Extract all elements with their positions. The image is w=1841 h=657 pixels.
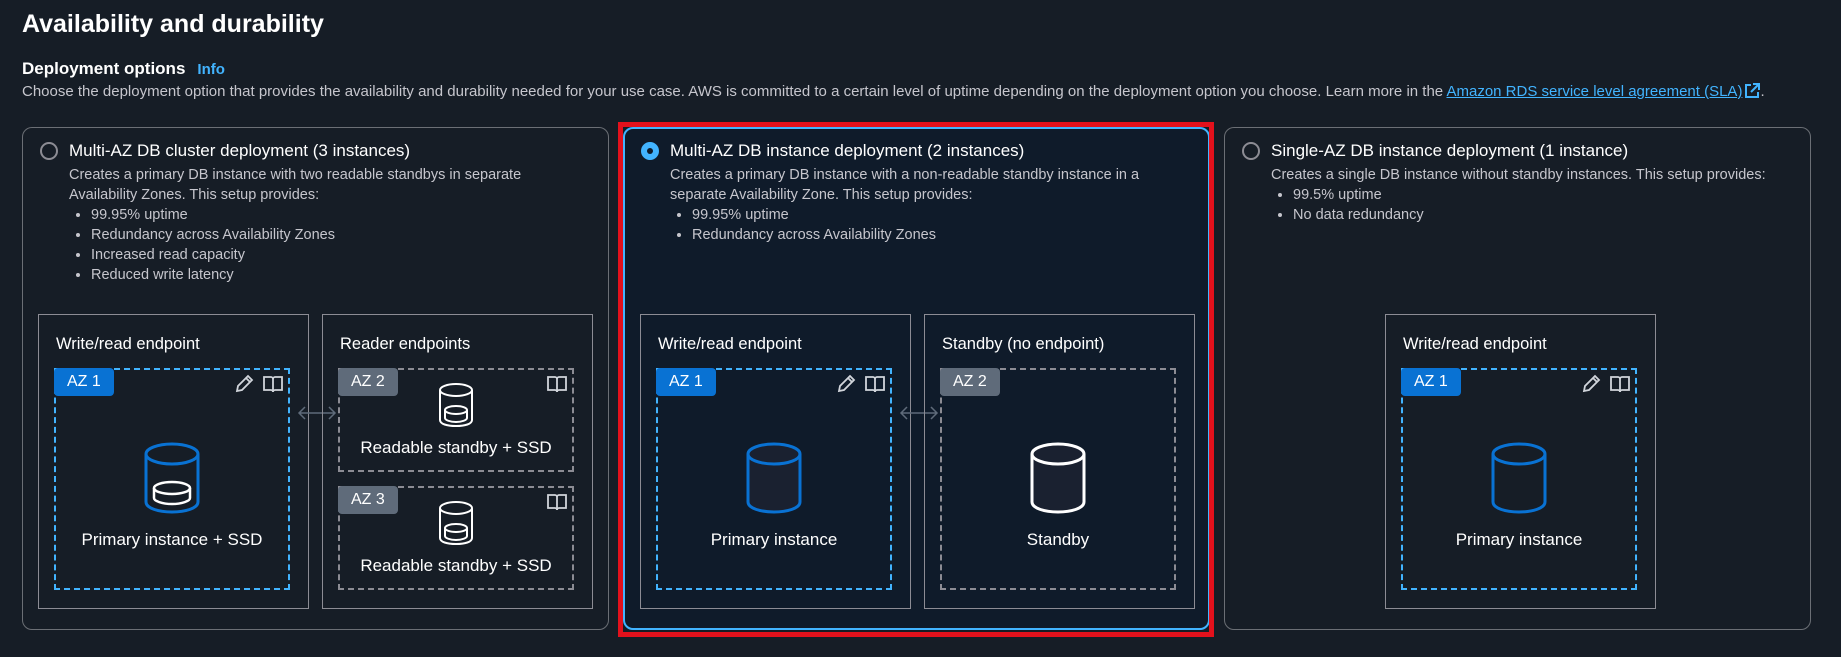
- bullet-item: Increased read capacity: [91, 245, 579, 265]
- instance-label: Primary instance + SSD: [81, 530, 263, 549]
- info-link[interactable]: Info: [197, 61, 225, 78]
- database-icon: [439, 501, 473, 546]
- panel-title: Write/read endpoint: [658, 335, 802, 353]
- panel-title: Reader endpoints: [340, 335, 471, 353]
- sla-link[interactable]: Amazon RDS service level agreement (SLA): [1446, 83, 1761, 100]
- az-tag: AZ 1: [54, 368, 114, 396]
- option-description: Creates a primary DB instance with a non…: [670, 165, 1180, 245]
- reader-endpoints-panel: Reader endpoints AZ 2 Readable standby +…: [322, 314, 593, 609]
- option-title: Single-AZ DB instance deployment (1 inst…: [1271, 141, 1629, 160]
- radio-single-az-instance[interactable]: [1242, 142, 1260, 160]
- zone-actions: [836, 374, 886, 394]
- panel-title: Standby (no endpoint): [942, 335, 1105, 353]
- bullet-list: 99.95% uptime Redundancy across Availabi…: [670, 205, 1180, 245]
- sla-link-text: Amazon RDS service level agreement (SLA): [1446, 83, 1743, 100]
- section-title: Availability and durability: [22, 10, 324, 38]
- radio-multi-az-instance[interactable]: [641, 142, 659, 160]
- standby-panel: Standby (no endpoint) AZ 2 Standby: [924, 314, 1195, 609]
- az-tag: AZ 2: [338, 368, 398, 396]
- pencil-icon[interactable]: [234, 374, 256, 394]
- deployment-options-heading: Deployment options Info: [22, 59, 225, 79]
- panel-title: Write/read endpoint: [56, 335, 200, 353]
- instance-label: Primary instance: [710, 530, 838, 549]
- database-icon: [144, 442, 200, 514]
- bullet-item: 99.95% uptime: [91, 205, 579, 225]
- database-icon: [439, 383, 473, 428]
- bullet-item: 99.5% uptime: [1293, 185, 1811, 205]
- instance-label: Readable standby + SSD: [360, 556, 552, 575]
- bullet-item: Redundancy across Availability Zones: [692, 225, 1180, 245]
- bullet-list: 99.95% uptime Redundancy across Availabi…: [69, 205, 579, 285]
- az-zone: AZ 3 Readable standby + SSD: [338, 486, 574, 590]
- book-icon[interactable]: [262, 374, 284, 394]
- pencil-icon[interactable]: [836, 374, 858, 394]
- option-description: Creates a primary DB instance with two r…: [69, 165, 579, 285]
- database-icon: [746, 442, 802, 514]
- option-description-text: Creates a primary DB instance with two r…: [69, 167, 522, 203]
- option-title: Multi-AZ DB instance deployment (2 insta…: [670, 141, 1025, 160]
- zone-actions: [1581, 374, 1631, 394]
- bullet-list: 99.5% uptime No data redundancy: [1271, 185, 1811, 225]
- book-icon[interactable]: [1609, 374, 1631, 394]
- bullet-item: 99.95% uptime: [692, 205, 1180, 225]
- book-icon[interactable]: [546, 492, 568, 512]
- az-tag: AZ 1: [656, 368, 716, 396]
- option-multi-az-instance[interactable]: Multi-AZ DB instance deployment (2 insta…: [623, 127, 1210, 630]
- deployment-options-label: Deployment options: [22, 59, 186, 78]
- az-tag: AZ 2: [940, 368, 1000, 396]
- instance-label: Standby: [1026, 530, 1090, 549]
- bullet-item: No data redundancy: [1293, 205, 1811, 225]
- az-zone: AZ 1 Primary instance: [656, 368, 892, 590]
- pencil-icon[interactable]: [1581, 374, 1603, 394]
- zone-actions: [546, 492, 568, 512]
- write-read-endpoint-panel: Write/read endpoint AZ 1 Primary instanc…: [38, 314, 309, 609]
- database-icon: [1030, 442, 1086, 514]
- write-read-endpoint-panel: Write/read endpoint AZ 1 Primary instanc…: [640, 314, 911, 609]
- zone-actions: [234, 374, 284, 394]
- write-read-endpoint-panel: Write/read endpoint AZ 1 Primary instanc…: [1385, 314, 1656, 609]
- book-icon[interactable]: [546, 374, 568, 394]
- option-title: Multi-AZ DB cluster deployment (3 instan…: [69, 141, 411, 160]
- az-tag: AZ 1: [1401, 368, 1461, 396]
- panel-title: Write/read endpoint: [1403, 335, 1547, 353]
- az-zone: AZ 1 Primary instance: [1401, 368, 1637, 590]
- instance-label: Primary instance: [1455, 530, 1583, 549]
- az-zone: AZ 2 Readable standby + SSD: [338, 368, 574, 472]
- option-description-text: Creates a single DB instance without sta…: [1271, 167, 1766, 183]
- description-period: .: [1760, 83, 1765, 100]
- az-tag: AZ 3: [338, 486, 398, 514]
- option-multi-az-cluster[interactable]: Multi-AZ DB cluster deployment (3 instan…: [22, 127, 609, 630]
- instance-label: Readable standby + SSD: [360, 438, 552, 457]
- option-single-az-instance[interactable]: Single-AZ DB instance deployment (1 inst…: [1224, 127, 1811, 630]
- database-icon: [1491, 442, 1547, 514]
- book-icon[interactable]: [864, 374, 886, 394]
- bullet-item: Reduced write latency: [91, 265, 579, 285]
- zone-actions: [546, 374, 568, 394]
- radio-multi-az-cluster[interactable]: [40, 142, 58, 160]
- az-zone: AZ 1 Primary instance + SSD: [54, 368, 290, 590]
- option-description: Creates a single DB instance without sta…: [1271, 165, 1811, 225]
- description-text: Choose the deployment option that provid…: [22, 83, 1444, 100]
- section-description: Choose the deployment option that provid…: [22, 82, 1792, 102]
- option-description-text: Creates a primary DB instance with a non…: [670, 167, 1140, 203]
- az-zone: AZ 2 Standby: [940, 368, 1176, 590]
- bullet-item: Redundancy across Availability Zones: [91, 225, 579, 245]
- external-link-icon: [1745, 83, 1761, 98]
